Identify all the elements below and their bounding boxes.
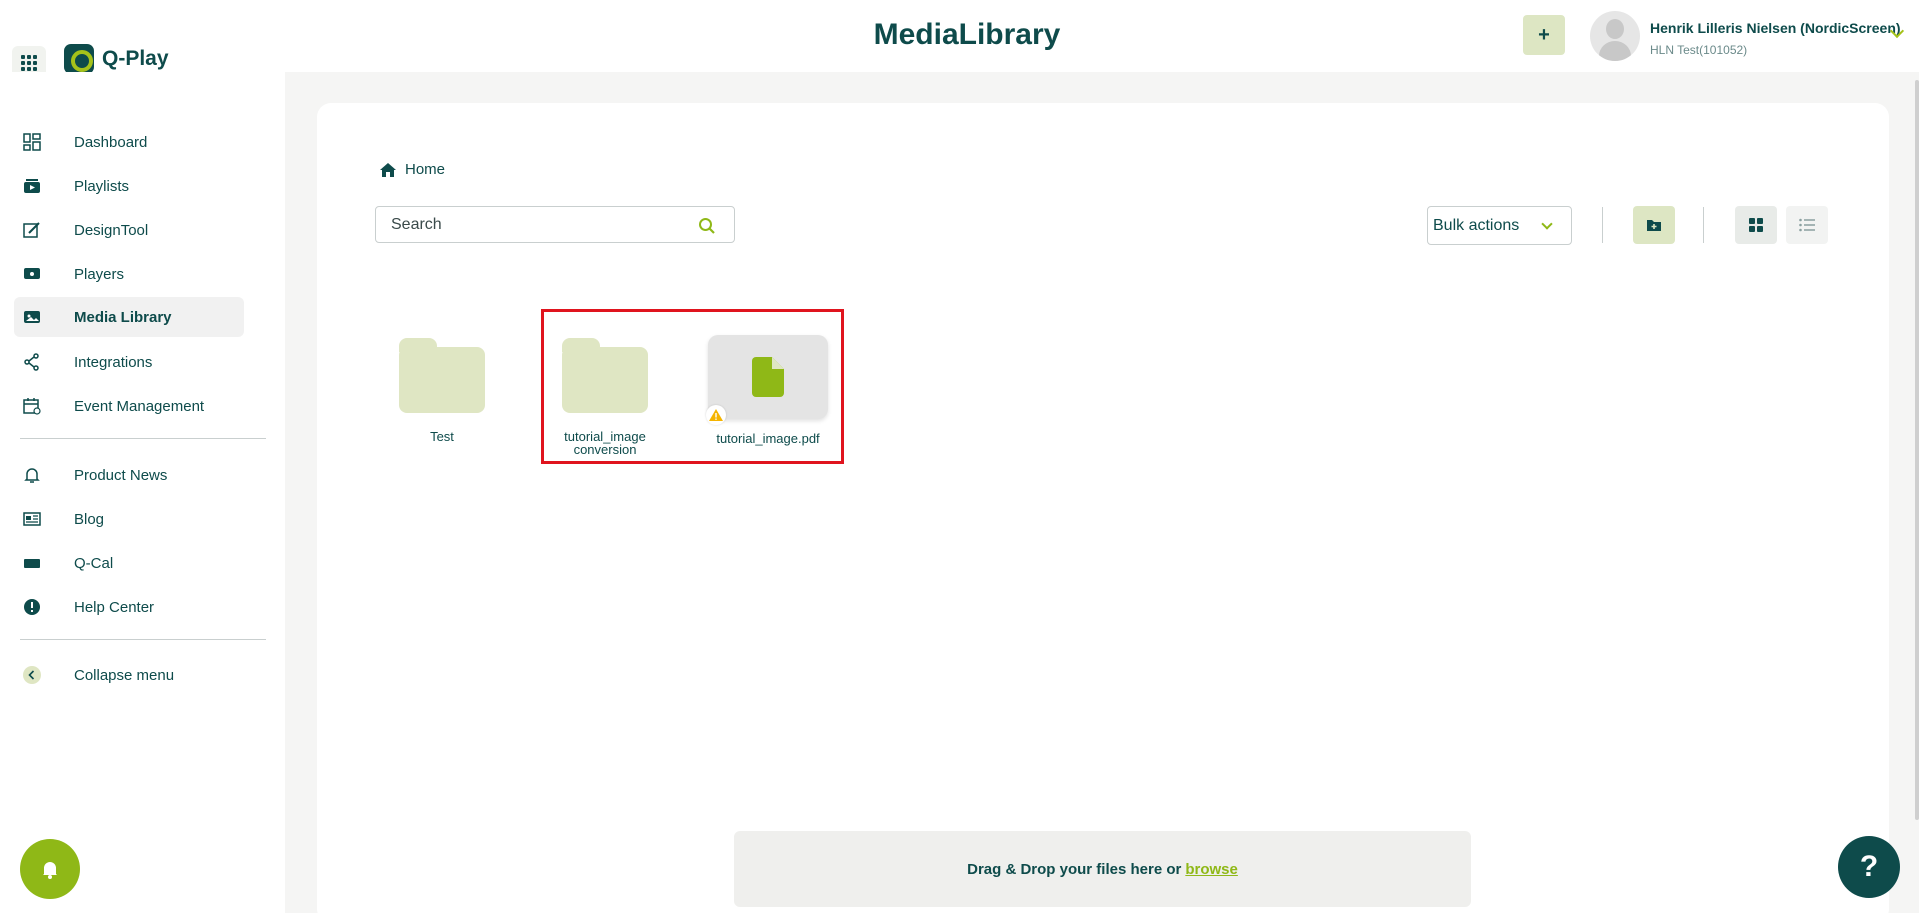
sidebar-item-label: Dashboard xyxy=(74,133,148,151)
item-label: Test xyxy=(430,429,454,444)
newspaper-icon xyxy=(22,509,42,529)
user-name[interactable]: Henrik Lilleris Nielsen (NordicScreen) xyxy=(1650,20,1901,36)
sidebar-item-event-management[interactable]: Event Management xyxy=(14,386,244,426)
sidebar-item-dashboard[interactable]: Dashboard xyxy=(14,122,244,162)
chevron-left-icon xyxy=(22,665,42,685)
browse-link[interactable]: browse xyxy=(1185,861,1238,878)
sidebar-item-label: DesignTool xyxy=(74,221,149,239)
rectangle-icon xyxy=(22,553,42,573)
design-icon xyxy=(22,220,42,240)
search-input[interactable] xyxy=(391,215,691,234)
selection-highlight xyxy=(541,309,844,464)
list-view-button[interactable] xyxy=(1786,206,1828,244)
sidebar-item-label: Event Management xyxy=(74,397,205,415)
folder-icon xyxy=(399,338,485,413)
bulk-actions-label: Bulk actions xyxy=(1433,216,1520,234)
sidebar-divider xyxy=(20,639,266,640)
bulk-actions-select[interactable]: Bulk actions xyxy=(1427,206,1572,245)
help-button[interactable]: ? xyxy=(1838,836,1900,898)
list-view-icon xyxy=(1799,218,1815,232)
sidebar-item-designtool[interactable]: DesignTool xyxy=(14,210,244,250)
sidebar-item-label: Collapse menu xyxy=(74,666,175,684)
sidebar-item-help-center[interactable]: Help Center xyxy=(14,587,244,627)
chevron-down-icon xyxy=(1541,218,1553,230)
breadcrumb[interactable]: Home xyxy=(379,161,445,178)
toolbar-divider xyxy=(1602,207,1603,243)
notifications-button[interactable] xyxy=(20,839,80,899)
sidebar-item-q-cal[interactable]: Q-Cal xyxy=(14,543,244,583)
player-icon xyxy=(22,264,42,284)
bell-icon xyxy=(43,862,57,879)
sidebar-item-label: Media Library xyxy=(74,308,172,326)
page-scrollbar[interactable] xyxy=(1915,80,1919,820)
file-dropzone[interactable]: Drag & Drop your files here or browse xyxy=(734,831,1471,907)
calendar-icon xyxy=(22,396,42,416)
sidebar-item-label: Help Center xyxy=(74,598,155,616)
home-icon xyxy=(380,162,396,177)
sidebar-item-label: Q-Cal xyxy=(74,554,114,572)
avatar[interactable] xyxy=(1590,11,1640,61)
add-button[interactable]: + xyxy=(1523,15,1565,55)
dropzone-text: Drag & Drop your files here or xyxy=(967,860,1182,878)
sidebar-item-playlists[interactable]: Playlists xyxy=(14,166,244,206)
sidebar-item-media-library[interactable]: Media Library xyxy=(14,297,244,337)
folder-plus-icon xyxy=(1647,220,1661,231)
sidebar-item-label: Product News xyxy=(74,466,168,484)
sidebar-item-label: Blog xyxy=(74,510,105,528)
media-icon xyxy=(22,307,42,327)
dashboard-icon xyxy=(22,132,42,152)
share-icon xyxy=(22,352,42,372)
folder-item[interactable]: Test xyxy=(382,338,502,443)
playlist-icon xyxy=(22,176,42,196)
apps-grid-icon xyxy=(21,55,37,71)
breadcrumb-home[interactable]: Home xyxy=(405,161,445,178)
bell-icon xyxy=(22,465,42,485)
alert-icon xyxy=(22,597,42,617)
user-organization: HLN Test(101052) xyxy=(1650,43,1748,57)
grid-view-button[interactable] xyxy=(1735,206,1777,244)
toolbar-divider xyxy=(1703,207,1704,243)
search-icon[interactable] xyxy=(698,217,716,235)
sidebar-item-players[interactable]: Players xyxy=(14,254,244,294)
sidebar-item-label: Integrations xyxy=(74,353,153,371)
sidebar-item-label: Players xyxy=(74,265,125,283)
top-bar: Q-Play MediaLibrary + Henrik Lilleris Ni… xyxy=(0,0,1919,80)
new-folder-button[interactable] xyxy=(1633,206,1675,244)
sidebar-item-label: Playlists xyxy=(74,177,130,195)
collapse-menu-button[interactable]: Collapse menu xyxy=(14,655,244,695)
sidebar-item-product-news[interactable]: Product News xyxy=(14,455,244,495)
search-box[interactable] xyxy=(375,206,735,243)
grid-view-icon xyxy=(1749,218,1763,232)
sidebar-item-integrations[interactable]: Integrations xyxy=(14,342,244,382)
sidebar-item-blog[interactable]: Blog xyxy=(14,499,244,539)
sidebar-divider xyxy=(20,438,266,439)
